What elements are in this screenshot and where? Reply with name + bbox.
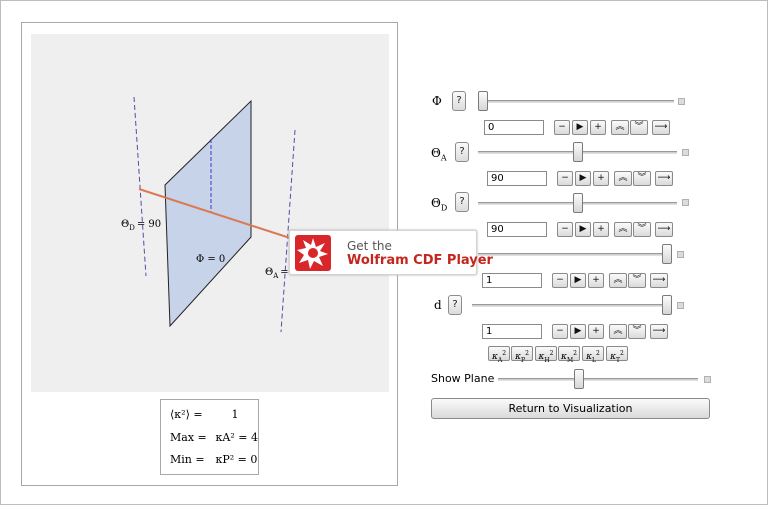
d-play-button[interactable]: ▶ bbox=[570, 324, 586, 339]
dashed-axis-left bbox=[133, 96, 147, 277]
d-collapse-icon[interactable] bbox=[677, 302, 684, 309]
phi-step-minus-button[interactable]: − bbox=[554, 120, 570, 135]
phi-label-control: Φ bbox=[432, 94, 442, 108]
theta-d-label-control: ΘD bbox=[431, 196, 448, 213]
theta-a-step-minus-button[interactable]: − bbox=[557, 171, 573, 186]
hidden-play-button[interactable]: ▶ bbox=[570, 273, 586, 288]
show-plane-slider-thumb[interactable] bbox=[574, 369, 584, 389]
kappa-t-button[interactable]: κT2 bbox=[606, 346, 628, 364]
theta-a-help-button[interactable]: ? bbox=[455, 142, 469, 162]
cdf-player-banner[interactable]: Get the Wolfram CDF Player bbox=[289, 230, 493, 275]
theta-a-slider-thumb[interactable] bbox=[572, 142, 583, 162]
plane bbox=[164, 99, 252, 328]
theta-d-help-button[interactable]: ? bbox=[455, 192, 469, 212]
theta-d-label: ΘD = 90 bbox=[121, 219, 161, 232]
theta-a-collapse-icon[interactable] bbox=[682, 149, 689, 156]
legend-row-max: Max = κA² = 4 bbox=[170, 431, 258, 444]
d-slider-track[interactable] bbox=[472, 304, 672, 307]
phi-play-button[interactable]: ▶ bbox=[572, 120, 588, 135]
phi-label: Φ = 0 bbox=[196, 254, 225, 265]
theta-d-direction-button[interactable]: ⟶ bbox=[655, 222, 673, 237]
theta-a-value-input[interactable]: 90 bbox=[487, 171, 547, 186]
theta-d-step-plus-button[interactable]: + bbox=[593, 222, 609, 237]
show-plane-slider-track[interactable] bbox=[498, 378, 698, 381]
d-slower-button[interactable]: ︾ bbox=[628, 324, 646, 339]
theta-a-faster-button[interactable]: ︽ bbox=[614, 171, 632, 186]
kappa-h-button[interactable]: κH2 bbox=[535, 346, 557, 364]
show-plane-label: Show Plane bbox=[431, 372, 495, 385]
phi-slider-thumb[interactable] bbox=[478, 91, 488, 111]
scene-svg: ΘD= 90 Φ = 0 ΘA= 90 bbox=[121, 96, 305, 333]
d-step-plus-button[interactable]: + bbox=[588, 324, 604, 339]
hidden-faster-button[interactable]: ︽ bbox=[609, 273, 627, 288]
show-plane-expand-icon[interactable] bbox=[704, 376, 711, 383]
hidden-slider-thumb[interactable] bbox=[662, 244, 672, 264]
hidden-slider-track[interactable] bbox=[478, 253, 672, 256]
theta-a-label-control: ΘA bbox=[431, 146, 447, 163]
app-window: ΘD= 90 Φ = 0 ΘA= 90 ⟨κ²⟩ = 1 Max = κA² =… bbox=[0, 0, 768, 505]
kappa-legend: ⟨κ²⟩ = 1 Max = κA² = 4 Min = κP² = 0 bbox=[160, 399, 259, 475]
theta-a-direction-button[interactable]: ⟶ bbox=[655, 171, 673, 186]
wolfram-spikey-icon bbox=[295, 235, 331, 271]
kappa-m-button[interactable]: κM2 bbox=[558, 346, 580, 364]
d-label-control: d bbox=[434, 298, 442, 312]
d-slider-thumb[interactable] bbox=[662, 295, 672, 315]
phi-slider-track[interactable] bbox=[478, 100, 674, 103]
d-value-input[interactable]: 1 bbox=[482, 324, 542, 339]
kappa-l-button[interactable]: κL2 bbox=[582, 346, 604, 364]
theta-d-slower-button[interactable]: ︾ bbox=[633, 222, 651, 237]
d-help-button[interactable]: ? bbox=[448, 295, 462, 315]
return-to-visualization-button[interactable]: Return to Visualization bbox=[431, 398, 710, 419]
d-step-minus-button[interactable]: − bbox=[552, 324, 568, 339]
phi-direction-button[interactable]: ⟶ bbox=[652, 120, 670, 135]
hidden-step-minus-button[interactable]: − bbox=[552, 273, 568, 288]
theta-a-play-button[interactable]: ▶ bbox=[575, 171, 591, 186]
cdf-get-the-text: Get the bbox=[347, 239, 392, 253]
cdf-product-name: Wolfram CDF Player bbox=[347, 253, 493, 268]
theta-a-step-plus-button[interactable]: + bbox=[593, 171, 609, 186]
kappa-a-button[interactable]: κA2 bbox=[488, 346, 510, 364]
hidden-slower-button[interactable]: ︾ bbox=[628, 273, 646, 288]
theta-d-value-input[interactable]: 90 bbox=[487, 222, 547, 237]
graphics-3d-view[interactable]: ΘD= 90 Φ = 0 ΘA= 90 bbox=[31, 34, 389, 392]
theta-d-step-minus-button[interactable]: − bbox=[557, 222, 573, 237]
kappa-p-button[interactable]: κP2 bbox=[511, 346, 533, 364]
theta-d-collapse-icon[interactable] bbox=[682, 199, 689, 206]
d-faster-button[interactable]: ︽ bbox=[609, 324, 627, 339]
phi-collapse-icon[interactable] bbox=[678, 98, 685, 105]
phi-step-plus-button[interactable]: + bbox=[590, 120, 606, 135]
theta-a-slower-button[interactable]: ︾ bbox=[633, 171, 651, 186]
d-direction-button[interactable]: ⟶ bbox=[650, 324, 668, 339]
phi-faster-button[interactable]: ︽ bbox=[611, 120, 629, 135]
legend-row-min: Min = κP² = 0 bbox=[170, 453, 258, 466]
hidden-collapse-icon[interactable] bbox=[677, 251, 684, 258]
phi-value-input[interactable]: 0 bbox=[484, 120, 544, 135]
theta-d-faster-button[interactable]: ︽ bbox=[614, 222, 632, 237]
hidden-value-input[interactable]: 1 bbox=[482, 273, 542, 288]
legend-row-mean: ⟨κ²⟩ = 1 bbox=[170, 408, 239, 421]
theta-d-slider-thumb[interactable] bbox=[572, 193, 583, 213]
hidden-step-plus-button[interactable]: + bbox=[588, 273, 604, 288]
hidden-direction-button[interactable]: ⟶ bbox=[650, 273, 668, 288]
theta-d-play-button[interactable]: ▶ bbox=[575, 222, 591, 237]
phi-help-button[interactable]: ? bbox=[452, 91, 466, 111]
phi-slower-button[interactable]: ︾ bbox=[630, 120, 648, 135]
